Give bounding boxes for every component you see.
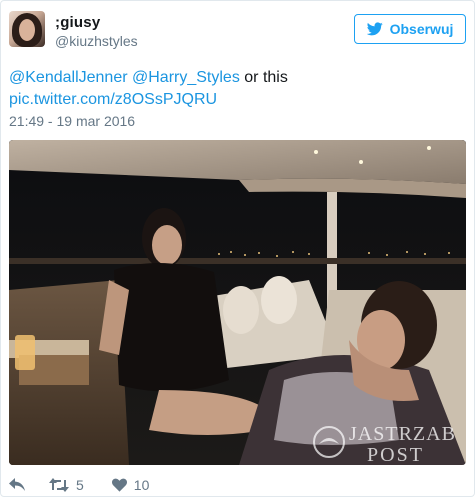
retweet-icon (49, 478, 69, 492)
twitter-bird-icon (366, 22, 383, 36)
tweet-actions: 5 10 (9, 474, 309, 496)
display-name[interactable]: ;giusy (55, 14, 100, 31)
follow-button[interactable]: Obserwuj (354, 14, 466, 44)
tweet-photo-link[interactable]: pic.twitter.com/z8OSsPJQRU (9, 91, 217, 108)
avatar[interactable] (9, 11, 45, 47)
avatar-face (19, 19, 35, 41)
like-button[interactable]: 10 (111, 477, 150, 493)
follow-button-label: Obserwuj (389, 21, 454, 37)
tweet-text: @KendallJenner @Harry_Styles or this pic… (9, 67, 464, 111)
like-count: 10 (133, 477, 150, 493)
retweet-count: 5 (76, 477, 84, 493)
mention-harry-styles[interactable]: @Harry_Styles (132, 69, 240, 86)
watermark-line-1: JASTRZAB (349, 423, 456, 445)
tweet-text-suffix: or this (239, 69, 288, 86)
mention-kendalljenner[interactable]: @KendallJenner (9, 69, 128, 86)
tweet-header: ;giusy @kiuzhstyles Obserwuj (9, 11, 469, 55)
reply-button[interactable] (9, 478, 25, 492)
tweet-card: ;giusy @kiuzhstyles Obserwuj @KendallJen… (0, 0, 475, 497)
heart-icon (111, 478, 127, 492)
screen-name[interactable]: @kiuzhstyles (55, 33, 138, 49)
tweet-photo[interactable]: JASTRZAB POST (9, 140, 466, 465)
reply-icon (9, 478, 25, 492)
retweet-button[interactable]: 5 (49, 477, 84, 493)
watermark-line-2: POST (367, 444, 424, 465)
photo-scene: JASTRZAB POST (9, 140, 466, 465)
tweet-timestamp[interactable]: 21:49 - 19 mar 2016 (9, 113, 135, 129)
